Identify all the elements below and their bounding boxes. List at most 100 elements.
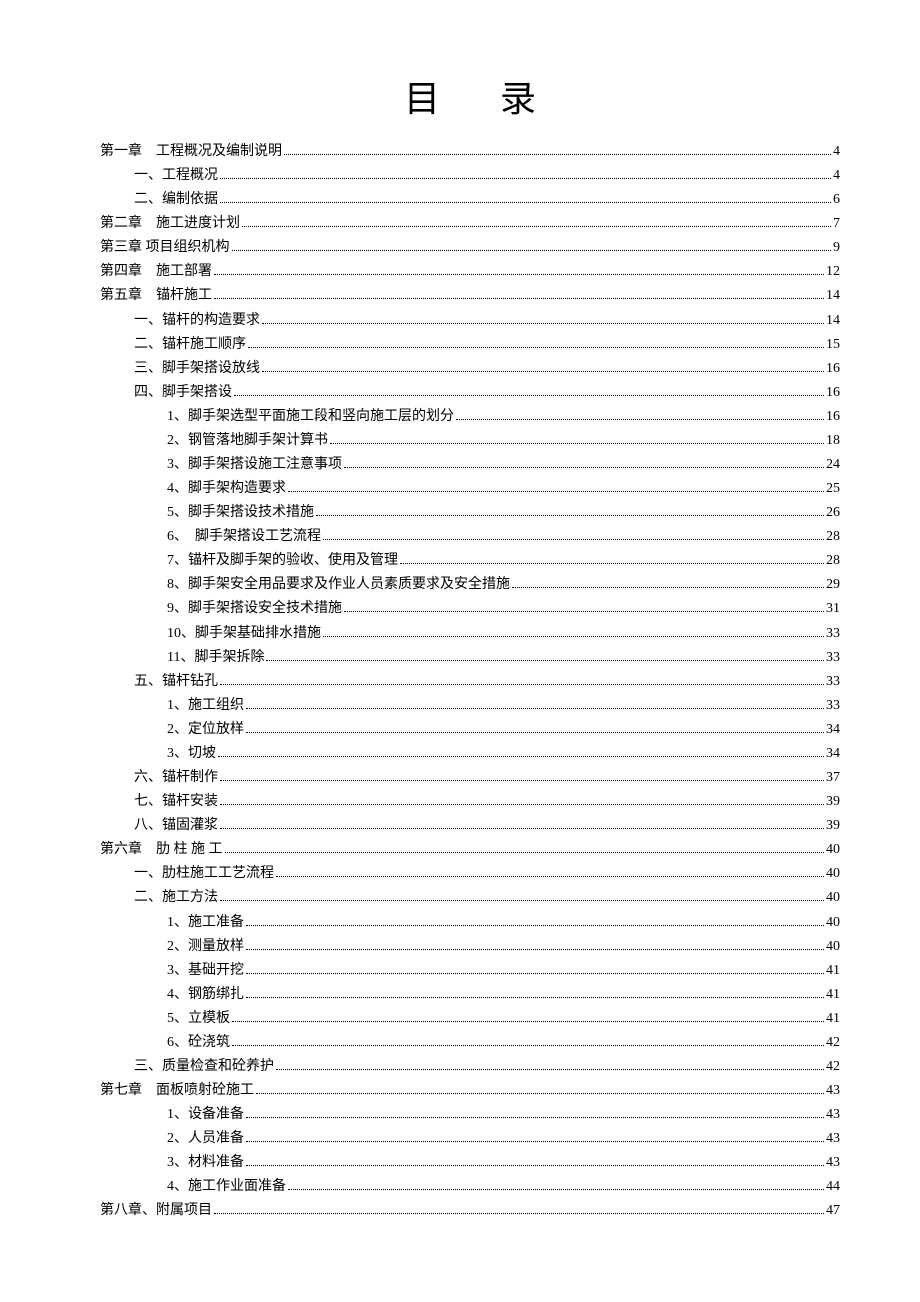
toc-entry: 第七章 面板喷射砼施工 43 (100, 1079, 840, 1103)
toc-entry: 2、测量放样40 (100, 935, 840, 959)
toc-entry: 3、切坡34 (100, 742, 840, 766)
toc-leader-dots (246, 732, 824, 733)
toc-entry-label: 第一章 工程概况及编制说明 (100, 140, 282, 164)
toc-entry-page: 29 (826, 573, 840, 597)
toc-entry-page: 40 (826, 911, 840, 935)
toc-leader-dots (330, 443, 824, 444)
toc-entry-label: 8、脚手架安全用品要求及作业人员素质要求及安全措施 (167, 573, 510, 597)
toc-entry: 第五章 锚杆施工 14 (100, 284, 840, 308)
toc-leader-dots (323, 539, 824, 540)
toc-entry-page: 24 (826, 453, 840, 477)
toc-entry-label: 一、工程概况 (134, 164, 218, 188)
toc-entry: 第三章 项目组织机构9 (100, 236, 840, 260)
toc-entry-label: 4、施工作业面准备 (167, 1175, 286, 1199)
toc-entry-label: 2、测量放样 (167, 935, 244, 959)
toc-entry: 第二章 施工进度计划 7 (100, 212, 840, 236)
toc-entry-page: 39 (826, 790, 840, 814)
toc-leader-dots (284, 154, 831, 155)
toc-entry-label: 一、锚杆的构造要求 (134, 309, 260, 333)
toc-entry-label: 9、脚手架搭设安全技术措施 (167, 597, 342, 621)
toc-leader-dots (246, 997, 824, 998)
toc-entry-label: 第四章 施工部署 (100, 260, 212, 284)
toc-leader-dots (232, 1045, 824, 1046)
toc-entry: 六、锚杆制作37 (100, 766, 840, 790)
toc-entry: 第八章、附属项目47 (100, 1199, 840, 1223)
toc-leader-dots (456, 419, 824, 420)
toc-entry-page: 43 (826, 1079, 840, 1103)
toc-entry-page: 37 (826, 766, 840, 790)
toc-entry-page: 7 (833, 212, 840, 236)
toc-entry: 2、定位放样 34 (100, 718, 840, 742)
toc-entry-page: 33 (826, 694, 840, 718)
toc-entry-label: 二、锚杆施工顺序 (134, 333, 246, 357)
toc-leader-dots (246, 1141, 824, 1142)
toc-leader-dots (220, 178, 831, 179)
toc-entry-label: 二、编制依据 (134, 188, 218, 212)
toc-entry-page: 43 (826, 1103, 840, 1127)
toc-entry-label: 3、切坡 (167, 742, 216, 766)
toc-entry-page: 39 (826, 814, 840, 838)
toc-entry-page: 6 (833, 188, 840, 212)
toc-leader-dots (225, 852, 825, 853)
toc-leader-dots (288, 491, 824, 492)
toc-entry-label: 7、锚杆及脚手架的验收、使用及管理 (167, 549, 398, 573)
toc-entry: 二、施工方法40 (100, 886, 840, 910)
toc-leader-dots (220, 202, 831, 203)
toc-entry-label: 10、脚手架基础排水措施 (167, 622, 321, 646)
toc-entry-label: 4、钢筋绑扎 (167, 983, 244, 1007)
toc-entry-label: 3、材料准备 (167, 1151, 244, 1175)
toc-entry: 五、锚杆钻孔33 (100, 670, 840, 694)
toc-entry-label: 3、基础开挖 (167, 959, 244, 983)
toc-entry: 10、脚手架基础排水措施33 (100, 622, 840, 646)
toc-leader-dots (220, 804, 824, 805)
toc-leader-dots (276, 876, 824, 877)
toc-entry: 2、人员准备43 (100, 1127, 840, 1151)
toc-entry-page: 14 (826, 309, 840, 333)
toc-entry-page: 41 (826, 959, 840, 983)
toc-entry-page: 14 (826, 284, 840, 308)
toc-entry-page: 42 (826, 1031, 840, 1055)
toc-entry-page: 33 (826, 670, 840, 694)
toc-entry-page: 16 (826, 381, 840, 405)
toc-entry-label: 5、脚手架搭设技术措施 (167, 501, 314, 525)
toc-leader-dots (246, 708, 824, 709)
toc-entry: 1、设备准备43 (100, 1103, 840, 1127)
toc-entry-label: 二、施工方法 (134, 886, 218, 910)
toc-entry: 三、质量检查和砼养护42 (100, 1055, 840, 1079)
toc-entry-page: 31 (826, 597, 840, 621)
toc-entry-page: 41 (826, 983, 840, 1007)
toc-entry: 5、脚手架搭设技术措施26 (100, 501, 840, 525)
toc-entry-label: 七、锚杆安装 (134, 790, 218, 814)
toc-entry-page: 34 (826, 718, 840, 742)
toc-entry: 八、锚固灌浆 39 (100, 814, 840, 838)
toc-entry-page: 41 (826, 1007, 840, 1031)
toc-entry: 第六章 肋 柱 施 工40 (100, 838, 840, 862)
toc-entry-label: 第五章 锚杆施工 (100, 284, 212, 308)
toc-entry-page: 4 (833, 164, 840, 188)
toc-leader-dots (214, 1213, 824, 1214)
toc-entry: 2、钢管落地脚手架计算书18 (100, 429, 840, 453)
toc-entry-label: 三、质量检查和砼养护 (134, 1055, 274, 1079)
toc-leader-dots (276, 1069, 824, 1070)
toc-entry-label: 5、立模板 (167, 1007, 230, 1031)
toc-leader-dots (400, 563, 824, 564)
toc-entry-label: 第七章 面板喷射砼施工 (100, 1079, 254, 1103)
toc-entry-page: 43 (826, 1151, 840, 1175)
toc-entry: 1、脚手架选型平面施工段和竖向施工层的划分16 (100, 405, 840, 429)
toc-entry-label: 2、人员准备 (167, 1127, 244, 1151)
toc-leader-dots (344, 467, 824, 468)
toc-entry: 一、锚杆的构造要求 14 (100, 309, 840, 333)
toc-entry-page: 44 (826, 1175, 840, 1199)
toc-entry-label: 八、锚固灌浆 (134, 814, 218, 838)
toc-entry-label: 第二章 施工进度计划 (100, 212, 240, 236)
toc-leader-dots (262, 323, 824, 324)
toc-entry: 9、脚手架搭设安全技术措施 31 (100, 597, 840, 621)
toc-entry-label: 4、脚手架构造要求 (167, 477, 286, 501)
toc-entry-label: 3、脚手架搭设施工注意事项 (167, 453, 342, 477)
toc-entry-label: 2、定位放样 (167, 718, 244, 742)
toc-entry-page: 12 (826, 260, 840, 284)
toc-leader-dots (220, 828, 824, 829)
toc-leader-dots (242, 226, 831, 227)
toc-leader-dots (246, 1117, 824, 1118)
toc-entry-label: 第八章、附属项目 (100, 1199, 212, 1223)
